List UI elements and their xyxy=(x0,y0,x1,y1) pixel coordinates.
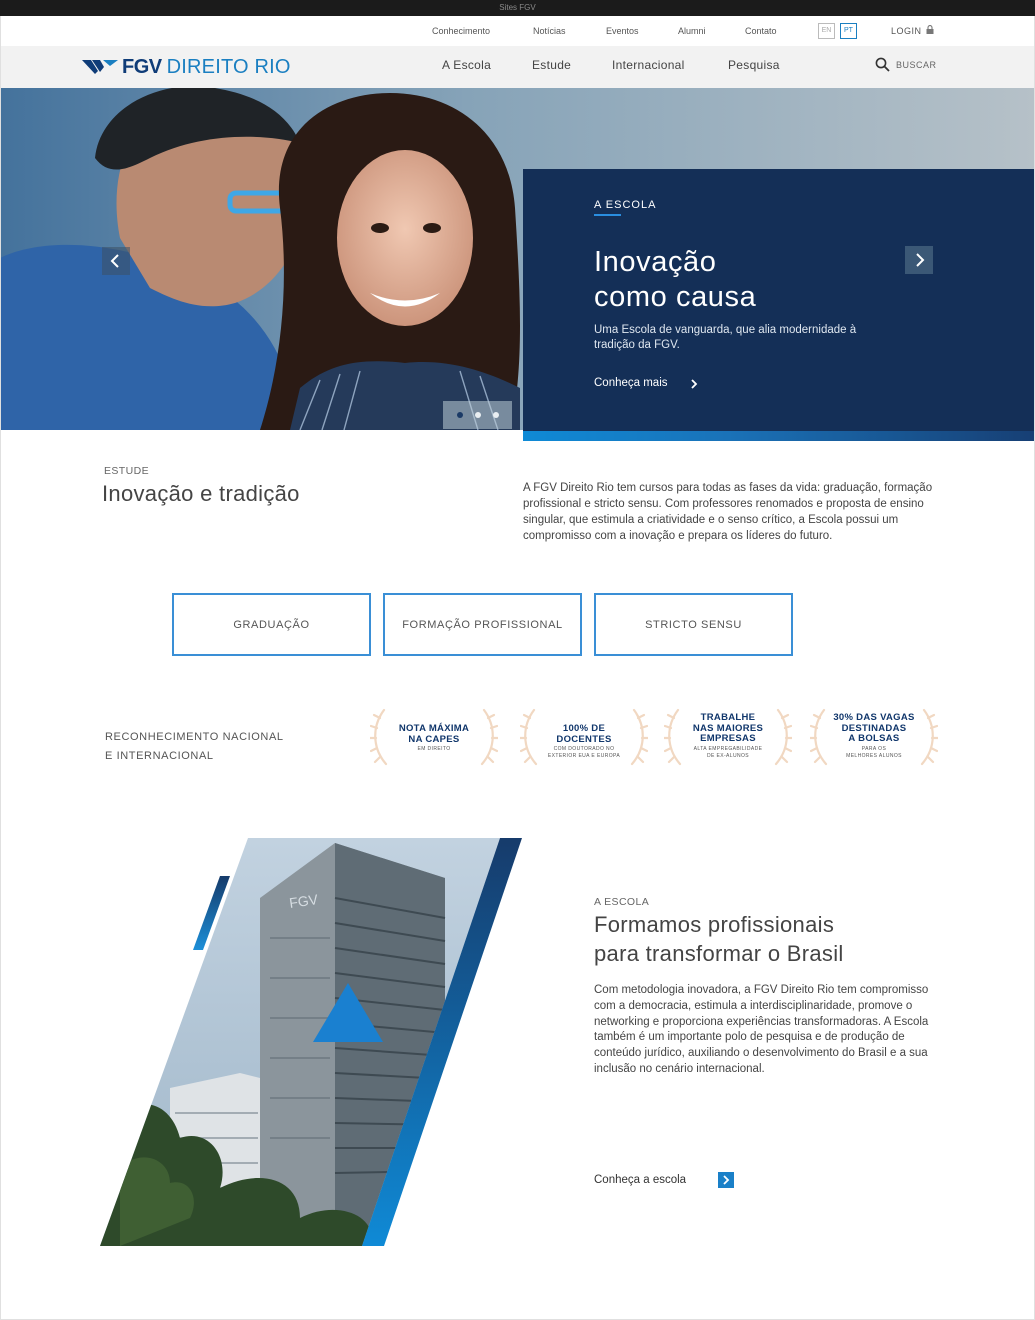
hero-next-button[interactable] xyxy=(905,246,933,274)
lang-pt-button[interactable]: PT xyxy=(840,23,857,39)
badge-sub-line: PARA OS xyxy=(861,746,887,752)
nav-internacional[interactable]: Internacional xyxy=(612,58,685,72)
badge-title-line: 100% DE xyxy=(562,723,606,734)
formacao-profissional-button[interactable]: FORMAÇÃO PROFISSIONAL xyxy=(383,593,582,656)
badge-sub-line: DE EX-ALUNOS xyxy=(706,753,750,759)
hero-prev-button[interactable] xyxy=(102,247,130,275)
chevron-right-icon xyxy=(916,253,925,267)
logo-text-direito-rio: DIREITO RIO xyxy=(166,55,291,78)
badge-title-line: 30% DAS VAGAS xyxy=(833,712,915,723)
badge-title-line: EMPRESAS xyxy=(700,733,756,744)
badge-sub-line: EXTERIOR EUA E EUROPA xyxy=(547,753,621,759)
nav-a-escola[interactable]: A Escola xyxy=(442,58,491,72)
utility-link-conhecimento[interactable]: Conhecimento xyxy=(432,26,490,36)
conheca-a-escola-link[interactable]: Conheça a escola xyxy=(594,1174,686,1186)
hero-title: Inovação como causa xyxy=(594,245,894,315)
nav-estude[interactable]: Estude xyxy=(532,58,571,72)
sites-fgv-strip: Sites FGV xyxy=(0,0,1035,16)
logo-text-fgv: FGV xyxy=(122,55,162,78)
main-header: FGV DIREITO RIO A Escola Estude Internac… xyxy=(0,46,1035,88)
hero-card: A ESCOLA Inovação como causa Uma Escola … xyxy=(523,169,1035,431)
badge-title-line: NAS MAIORES xyxy=(692,722,764,734)
lock-icon xyxy=(926,25,934,34)
fgv-building-image: FGV xyxy=(100,838,522,1246)
utility-nav: Conhecimento Notícias Eventos Alumni Con… xyxy=(0,16,1035,46)
badge-sub-line: MELHORES ALUNOS xyxy=(846,753,902,759)
badge-title-line: NA CAPES xyxy=(408,733,460,745)
hero-pagination xyxy=(443,401,512,429)
search-label[interactable]: BUSCAR xyxy=(896,60,937,70)
badge-title-line: NOTA MÁXIMA xyxy=(398,723,470,734)
badge-title-line: TRABALHE xyxy=(700,712,756,723)
hero-dot-1[interactable] xyxy=(457,412,463,418)
badge-title-line: DOCENTES xyxy=(556,733,612,745)
hero-card-accent-bar xyxy=(523,431,1035,441)
stricto-sensu-button[interactable]: STRICTO SENSU xyxy=(594,593,793,656)
hero-conheca-mais-link[interactable]: Conheça mais xyxy=(594,377,668,389)
badge-sub-line: ALTA EMPREGABILIDADE xyxy=(693,746,763,752)
utility-link-alumni[interactable]: Alumni xyxy=(678,26,706,36)
badge-title-line: DESTINADAS xyxy=(841,722,907,734)
hero-dot-3[interactable] xyxy=(493,412,499,418)
fgv-logo-mark-icon xyxy=(82,60,118,74)
search-icon[interactable] xyxy=(875,57,890,72)
escola-title: Formamos profissionais para transformar … xyxy=(594,910,934,968)
recognition-label-line-2: E INTERNACIONAL xyxy=(105,750,214,762)
hero-title-line-2: como causa xyxy=(594,281,757,313)
escola-title-line-2: para transformar o Brasil xyxy=(594,941,844,966)
badge-sub-line: EM DIREITO xyxy=(417,746,451,752)
hero-kicker: A ESCOLA xyxy=(594,199,657,211)
login-link[interactable]: LOGIN xyxy=(891,26,922,36)
escola-text: Com metodologia inovadora, a FGV Direito… xyxy=(594,984,929,1075)
fgv-direito-rio-logo[interactable]: FGV DIREITO RIO xyxy=(82,55,291,79)
utility-link-eventos[interactable]: Eventos xyxy=(606,26,639,36)
hero-title-line-1: Inovação xyxy=(594,246,717,278)
escola-kicker: A ESCOLA xyxy=(594,896,650,908)
badge-title-line: A BOLSAS xyxy=(848,733,900,744)
estude-kicker: ESTUDE xyxy=(104,465,149,477)
badge-bolsas: 30% DAS VAGAS DESTINADAS A BOLSAS PARA O… xyxy=(810,706,938,768)
recognition-label-line-1: RECONHECIMENTO NACIONAL xyxy=(105,731,284,743)
recognition-label: RECONHECIMENTO NACIONAL E INTERNACIONAL xyxy=(105,728,284,766)
hero-description: Uma Escola de vanguarda, que alia modern… xyxy=(594,324,857,351)
utility-link-noticias[interactable]: Notícias xyxy=(533,26,566,36)
nav-pesquisa[interactable]: Pesquisa xyxy=(728,58,780,72)
chevron-left-icon xyxy=(110,254,119,268)
badge-empresas: TRABALHE NAS MAIORES EMPRESAS ALTA EMPRE… xyxy=(664,706,792,768)
chevron-right-icon xyxy=(723,1175,730,1185)
badge-sub-line: COM DOUTORADO NO xyxy=(553,746,615,752)
lang-en-button[interactable]: EN xyxy=(818,23,835,39)
hero-kicker-underline xyxy=(594,214,621,216)
chevron-right-icon xyxy=(691,379,698,389)
conheca-a-escola-button[interactable] xyxy=(718,1172,734,1188)
graduacao-button[interactable]: GRADUAÇÃO xyxy=(172,593,371,656)
estude-title: Inovação e tradição xyxy=(102,481,300,506)
utility-link-contato[interactable]: Contato xyxy=(745,26,777,36)
estude-text: A FGV Direito Rio tem cursos para todas … xyxy=(523,482,933,542)
escola-title-line-1: Formamos profissionais xyxy=(594,912,835,937)
badge-nota-maxima: NOTA MÁXIMA NA CAPES EM DIREITO xyxy=(370,706,498,768)
hero-dot-2[interactable] xyxy=(475,412,481,418)
badge-docentes: 100% DE DOCENTES COM DOUTORADO NO EXTERI… xyxy=(520,706,648,768)
